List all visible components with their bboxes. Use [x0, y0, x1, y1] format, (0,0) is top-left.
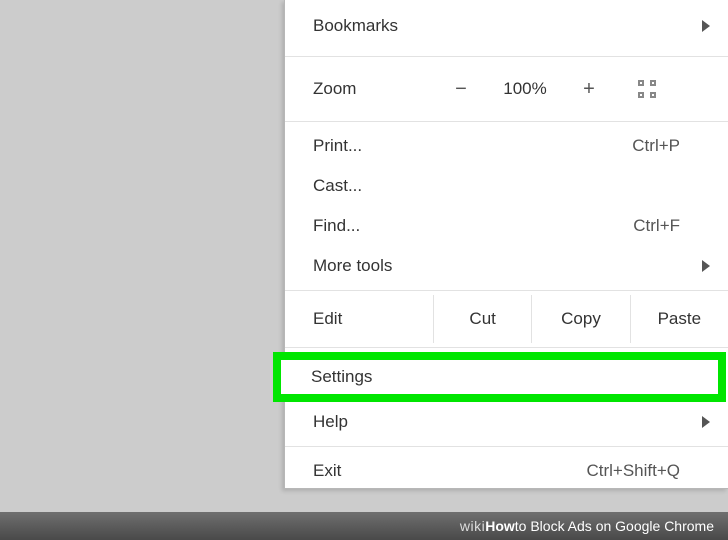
- wikihow-watermark: wikiHow to Block Ads on Google Chrome: [0, 512, 728, 540]
- more-tools-label: More tools: [313, 256, 392, 276]
- edit-label: Edit: [285, 309, 433, 329]
- menu-item-more-tools[interactable]: More tools: [285, 246, 728, 286]
- menu-separator: [285, 347, 728, 348]
- settings-label: Settings: [311, 367, 372, 387]
- menu-separator: [285, 446, 728, 447]
- help-label: Help: [313, 412, 348, 432]
- zoom-label: Zoom: [313, 79, 433, 99]
- cut-button[interactable]: Cut: [433, 295, 531, 343]
- watermark-wiki: wiki: [460, 518, 485, 534]
- bookmarks-label: Bookmarks: [313, 16, 398, 36]
- menu-separator: [285, 290, 728, 291]
- menu-item-zoom: Zoom − 100% +: [285, 61, 728, 117]
- copy-button[interactable]: Copy: [531, 295, 629, 343]
- find-shortcut: Ctrl+F: [633, 216, 704, 236]
- menu-item-print[interactable]: Print... Ctrl+P: [285, 126, 728, 166]
- print-shortcut: Ctrl+P: [632, 136, 704, 156]
- menu-item-find[interactable]: Find... Ctrl+F: [285, 206, 728, 246]
- watermark-title: to Block Ads on Google Chrome: [515, 518, 714, 534]
- watermark-how: How: [485, 518, 515, 534]
- cast-label: Cast...: [313, 176, 362, 196]
- fullscreen-icon: [638, 80, 656, 98]
- menu-item-bookmarks[interactable]: Bookmarks: [285, 0, 728, 52]
- zoom-percent: 100%: [489, 79, 561, 99]
- submenu-arrow-icon: [702, 416, 710, 428]
- zoom-out-button[interactable]: −: [433, 78, 489, 101]
- menu-item-settings-highlighted[interactable]: Settings: [285, 352, 728, 402]
- exit-shortcut: Ctrl+Shift+Q: [586, 461, 704, 481]
- submenu-arrow-icon: [702, 20, 710, 32]
- menu-item-exit[interactable]: Exit Ctrl+Shift+Q: [285, 451, 728, 491]
- find-label: Find...: [313, 216, 360, 236]
- menu-separator: [285, 56, 728, 57]
- submenu-arrow-icon: [702, 260, 710, 272]
- chrome-overflow-menu: Bookmarks Zoom − 100% + Print... Ctrl+P …: [284, 0, 728, 489]
- menu-item-help[interactable]: Help: [285, 402, 728, 442]
- menu-separator: [285, 121, 728, 122]
- fullscreen-button[interactable]: [617, 80, 677, 98]
- exit-label: Exit: [313, 461, 341, 481]
- paste-button[interactable]: Paste: [630, 295, 728, 343]
- menu-item-cast[interactable]: Cast...: [285, 166, 728, 206]
- zoom-in-button[interactable]: +: [561, 78, 617, 101]
- print-label: Print...: [313, 136, 362, 156]
- menu-item-edit: Edit Cut Copy Paste: [285, 295, 728, 343]
